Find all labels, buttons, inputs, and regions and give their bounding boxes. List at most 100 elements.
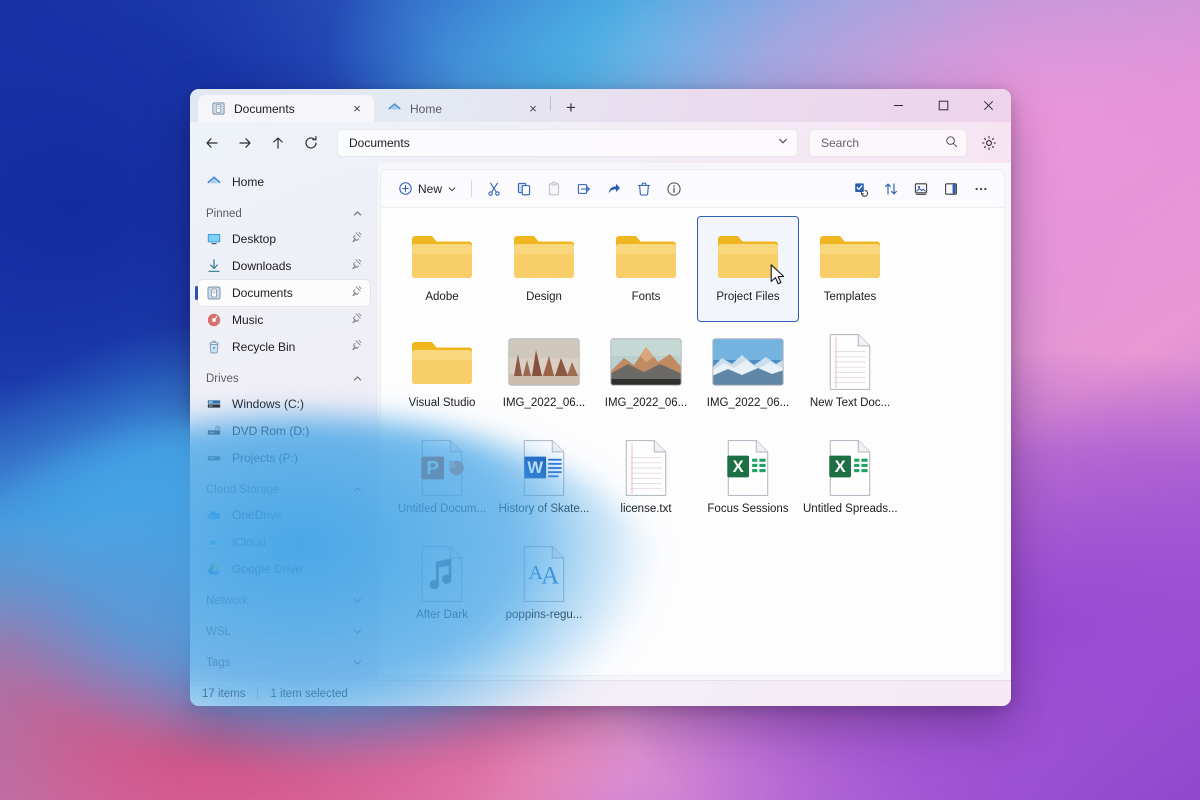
- hard-drive-icon: [206, 396, 222, 412]
- folder-icon: [818, 225, 882, 287]
- search-icon[interactable]: [945, 135, 958, 151]
- file-tile[interactable]: Project Files: [697, 216, 799, 322]
- folder-icon: [410, 225, 474, 287]
- file-tile[interactable]: Visual Studio: [391, 322, 493, 428]
- sidebar-group-drives[interactable]: Drives: [198, 367, 370, 391]
- forward-button[interactable]: [229, 128, 260, 158]
- file-name: Untitled Spreads...: [803, 503, 897, 515]
- rename-button[interactable]: [569, 175, 599, 203]
- share-button[interactable]: [599, 175, 629, 203]
- sidebar-item-windows-c[interactable]: Windows (C:): [198, 391, 370, 417]
- sidebar-group-title: Cloud Storage: [206, 484, 280, 496]
- file-tile[interactable]: Adobe: [391, 216, 493, 322]
- new-button[interactable]: New: [391, 175, 464, 203]
- item-count: 17 items: [202, 687, 246, 700]
- documents-folder-icon: [210, 101, 226, 117]
- sidebar-item-home[interactable]: Home: [198, 169, 370, 195]
- desktop-background: Documents × Home × + Documents Search Ho…: [0, 0, 1200, 800]
- file-tile[interactable]: IMG_2022_06...: [697, 322, 799, 428]
- file-tile[interactable]: IMG_2022_06...: [595, 322, 697, 428]
- file-tile[interactable]: Fonts: [595, 216, 697, 322]
- chevron-down-icon[interactable]: [352, 626, 363, 639]
- file-list[interactable]: Adobe Design Fonts Project Files Templates Vi…: [380, 207, 1005, 676]
- close-button[interactable]: [966, 89, 1011, 122]
- excel-icon: X: [827, 437, 873, 499]
- sidebar-item-recycle-bin[interactable]: Recycle Bin: [198, 334, 370, 360]
- sidebar-group-network[interactable]: Network: [198, 589, 370, 613]
- navigation-sidebar[interactable]: Home Pinned Desktop Downloads Documents Musi…: [190, 163, 378, 680]
- up-button[interactable]: [262, 128, 293, 158]
- chevron-up-icon[interactable]: [352, 373, 363, 386]
- details-pane-button[interactable]: [936, 175, 966, 203]
- see-more-button[interactable]: [966, 175, 996, 203]
- chevron-down-icon[interactable]: [352, 657, 363, 670]
- sidebar-group-tags[interactable]: Tags: [198, 651, 370, 675]
- sidebar-item-label: Home: [232, 175, 265, 189]
- sidebar-item-home[interactable]: Home: [198, 675, 370, 680]
- file-tile[interactable]: X Focus Sessions: [697, 428, 799, 534]
- sidebar-item-google-drive[interactable]: Google Drive: [198, 556, 370, 582]
- cut-button[interactable]: [479, 175, 509, 203]
- file-tile[interactable]: Design: [493, 216, 595, 322]
- pin-icon[interactable]: [351, 312, 364, 328]
- text-icon: [623, 437, 669, 499]
- maximize-button[interactable]: [921, 89, 966, 122]
- sync-button[interactable]: [846, 175, 876, 203]
- view-button[interactable]: [906, 175, 936, 203]
- file-tile[interactable]: Templates: [799, 216, 901, 322]
- address-bar[interactable]: Documents: [337, 128, 798, 157]
- file-tile[interactable]: license.txt: [595, 428, 697, 534]
- sidebar-item-onedrive[interactable]: OneDrive: [198, 502, 370, 528]
- chevron-down-icon[interactable]: [352, 595, 363, 608]
- pin-icon[interactable]: [351, 285, 364, 301]
- sidebar-item-music[interactable]: Music: [198, 307, 370, 333]
- copy-button[interactable]: [509, 175, 539, 203]
- file-tile[interactable]: After Dark: [391, 534, 493, 640]
- file-name: Untitled Docum...: [397, 503, 487, 515]
- image-snow-icon: [712, 331, 784, 393]
- home-icon: [386, 101, 402, 117]
- title-bar: Documents × Home × +: [190, 89, 1011, 122]
- sidebar-group-pinned[interactable]: Pinned: [198, 202, 370, 226]
- file-tile[interactable]: P Untitled Docum...: [391, 428, 493, 534]
- minimize-button[interactable]: [876, 89, 921, 122]
- paste-button[interactable]: [539, 175, 569, 203]
- file-tile[interactable]: IMG_2022_06...: [493, 322, 595, 428]
- tab-documents[interactable]: Documents ×: [198, 95, 374, 122]
- pin-icon[interactable]: [351, 258, 364, 274]
- sidebar-item-label: Documents: [232, 286, 293, 300]
- back-button[interactable]: [196, 128, 227, 158]
- sort-button[interactable]: [876, 175, 906, 203]
- tab-home[interactable]: Home ×: [374, 95, 550, 122]
- pin-icon[interactable]: [351, 339, 364, 355]
- pin-icon[interactable]: [351, 231, 364, 247]
- sidebar-group-wsl[interactable]: WSL: [198, 620, 370, 644]
- gear-icon[interactable]: [975, 129, 1003, 157]
- refresh-button[interactable]: [295, 128, 326, 158]
- properties-button[interactable]: [659, 175, 689, 203]
- file-tile[interactable]: X Untitled Spreads...: [799, 428, 901, 534]
- close-icon[interactable]: ×: [348, 100, 366, 118]
- icloud-icon: [206, 534, 222, 550]
- sidebar-item-dvd-rom-d[interactable]: DVD Rom (D:): [198, 418, 370, 444]
- file-name: Focus Sessions: [707, 503, 789, 515]
- sidebar-item-desktop[interactable]: Desktop: [198, 226, 370, 252]
- search-input[interactable]: Search: [809, 128, 967, 157]
- close-icon[interactable]: ×: [524, 100, 542, 118]
- new-tab-button[interactable]: +: [557, 95, 585, 121]
- file-tile[interactable]: New Text Doc...: [799, 322, 901, 428]
- file-tile[interactable]: W History of Skate...: [493, 428, 595, 534]
- sidebar-item-projects-p[interactable]: Projects (P:): [198, 445, 370, 471]
- status-bar: 17 items 1 item selected: [190, 680, 1011, 706]
- tab-divider: [550, 95, 551, 111]
- status-divider: [257, 687, 259, 700]
- chevron-down-icon[interactable]: [777, 135, 789, 150]
- chevron-up-icon[interactable]: [352, 208, 363, 221]
- file-tile[interactable]: A A poppins-regu...: [493, 534, 595, 640]
- sidebar-item-documents[interactable]: Documents: [195, 280, 370, 306]
- sidebar-item-icloud[interactable]: iCloud: [198, 529, 370, 555]
- sidebar-group-cloud-storage[interactable]: Cloud Storage: [198, 478, 370, 502]
- delete-button[interactable]: [629, 175, 659, 203]
- sidebar-item-downloads[interactable]: Downloads: [198, 253, 370, 279]
- chevron-up-icon[interactable]: [352, 484, 363, 497]
